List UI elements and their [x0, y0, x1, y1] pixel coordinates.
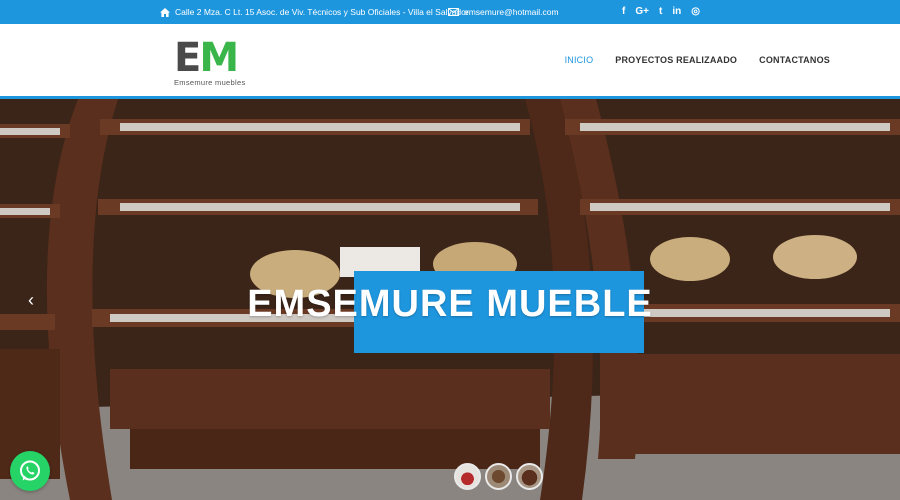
nav-item-inicio[interactable]: INICIO: [565, 55, 594, 65]
email-text[interactable]: emsemure@hotmail.com: [464, 7, 559, 17]
nav-item-contactanos[interactable]: CONTACTANOS: [759, 55, 830, 65]
twitter-icon[interactable]: t: [659, 7, 662, 17]
hero-slider: EMSEMURE MUEBLE ‹: [0, 99, 900, 500]
slide-thumb-1[interactable]: [454, 463, 481, 490]
address-text: Calle 2 Mza. C Lt. 15 Asoc. de Viv. Técn…: [175, 7, 469, 17]
hero-title: EMSEMURE MUEBLE: [247, 283, 653, 325]
address-block: Calle 2 Mza. C Lt. 15 Asoc. de Viv. Técn…: [160, 0, 469, 24]
linkedin-icon[interactable]: in: [672, 7, 681, 17]
chevron-left-icon[interactable]: ‹: [28, 291, 34, 309]
slide-thumb-3[interactable]: [516, 463, 543, 490]
logo-mark: EM: [174, 35, 239, 81]
instagram-icon[interactable]: ◎: [691, 7, 700, 17]
email-block[interactable]: emsemure@hotmail.com: [448, 0, 559, 24]
top-bar: Calle 2 Mza. C Lt. 15 Asoc. de Viv. Técn…: [0, 0, 900, 24]
whatsapp-icon[interactable]: [10, 451, 50, 491]
google-plus-icon[interactable]: G+: [635, 7, 649, 17]
logo[interactable]: EM Emsemure muebles: [174, 35, 264, 87]
home-icon: [160, 7, 170, 17]
facebook-icon[interactable]: f: [622, 7, 625, 17]
envelope-icon: [448, 8, 459, 16]
nav-item-proyectos[interactable]: PROYECTOS REALIZAADO: [615, 55, 737, 65]
logo-tagline: Emsemure muebles: [174, 78, 246, 87]
slider-thumbnails: [454, 463, 543, 490]
main-nav: INICIO PROYECTOS REALIZAADO CONTACTANOS: [543, 24, 830, 96]
social-links: f G+ t in ◎: [622, 0, 700, 24]
site-header: EM Emsemure muebles INICIO PROYECTOS REA…: [0, 24, 900, 96]
slide-thumb-2[interactable]: [485, 463, 512, 490]
